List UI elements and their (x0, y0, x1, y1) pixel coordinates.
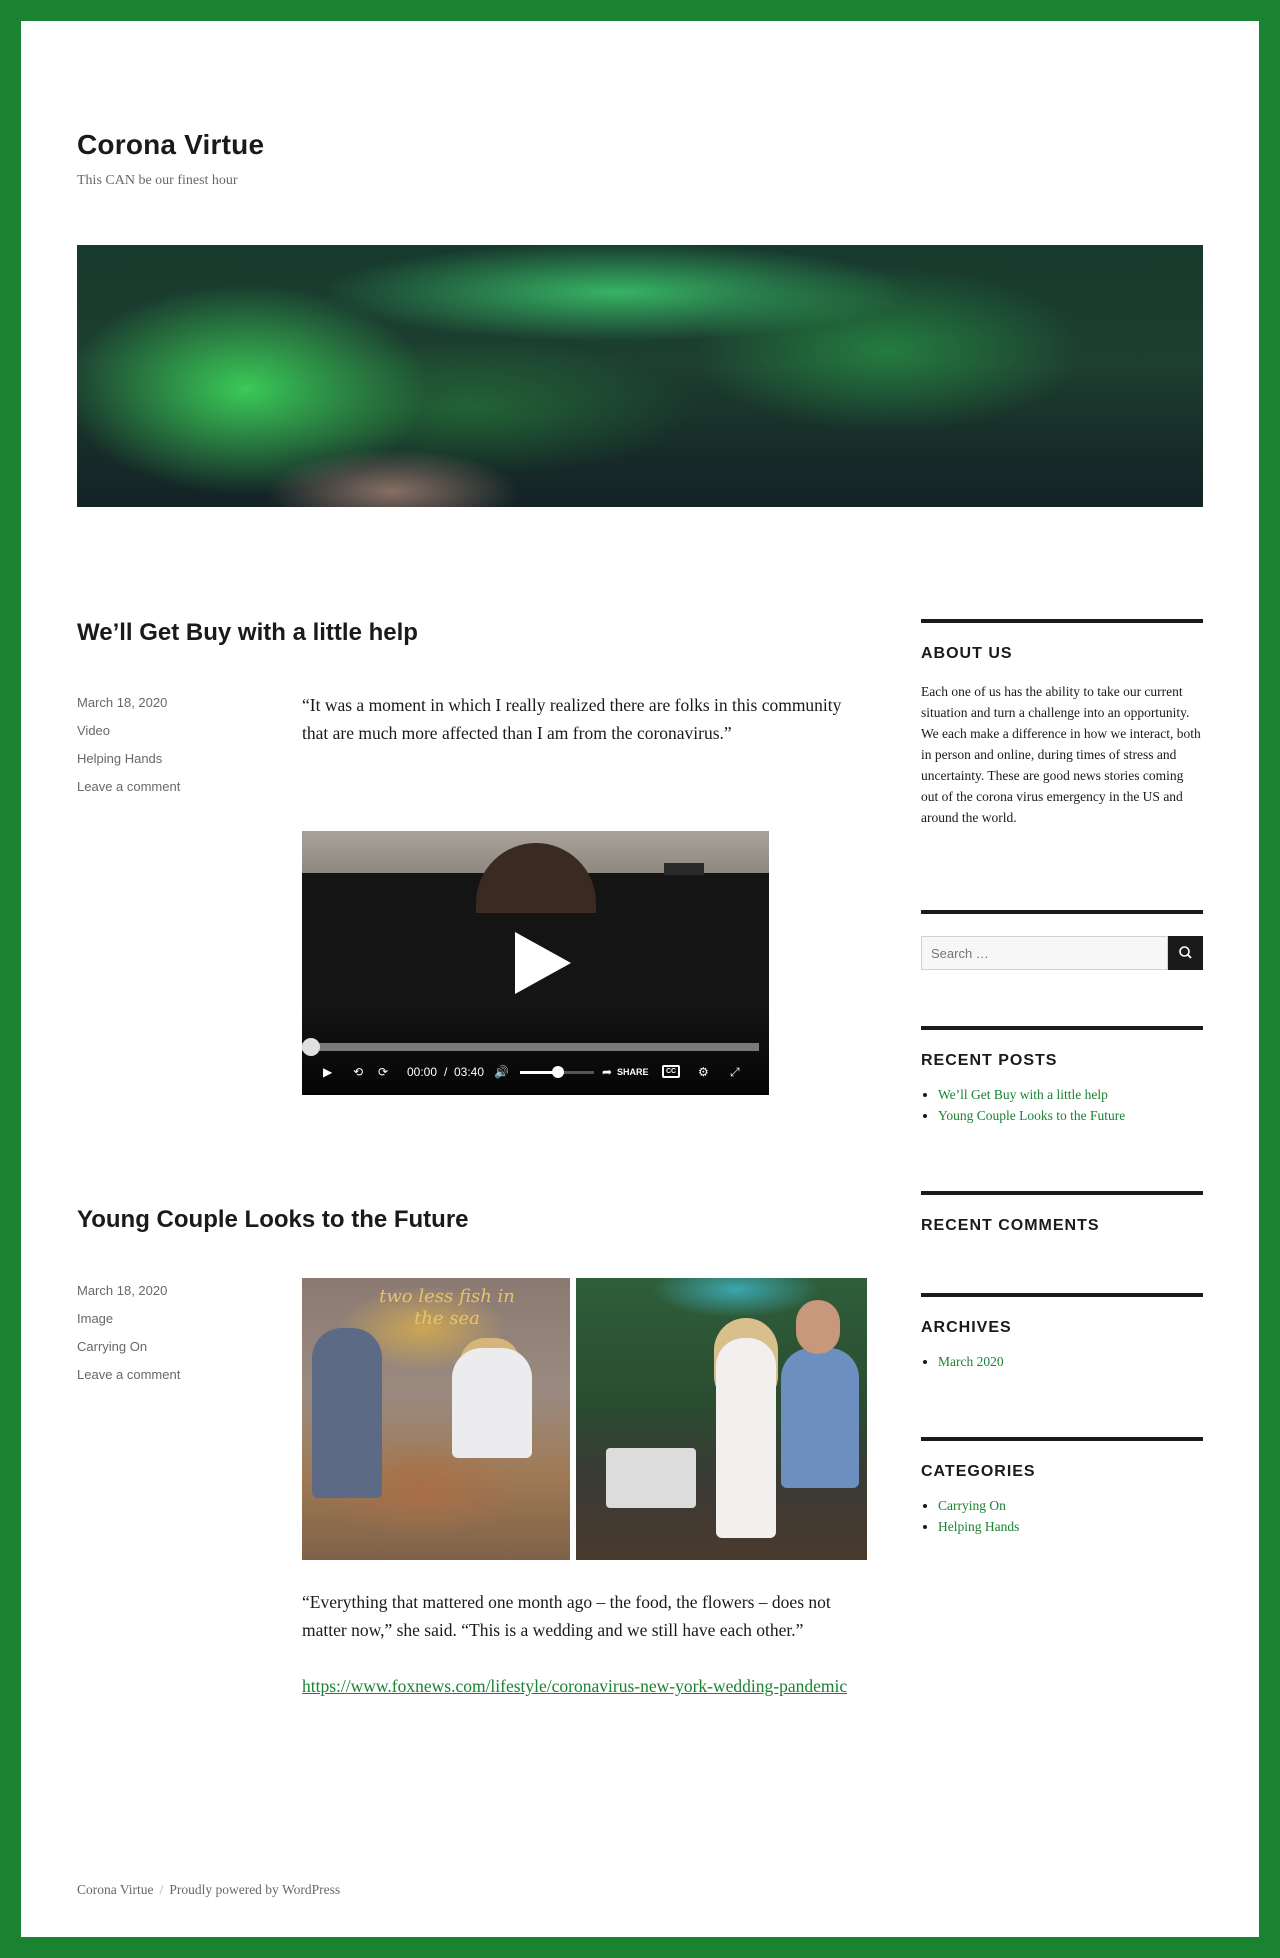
video-time-current: 00:00 (407, 1065, 438, 1079)
post-format[interactable]: Image (77, 1311, 267, 1339)
post-date[interactable]: March 18, 2020 (77, 695, 267, 723)
captions-button[interactable]: CC (662, 1065, 680, 1078)
archive-link[interactable]: March 2020 (938, 1354, 1004, 1369)
widget-search (921, 910, 1203, 980)
post-format[interactable]: Video (77, 723, 267, 751)
video-time-separator: / (444, 1065, 448, 1079)
list-item: Carrying On (938, 1495, 1203, 1516)
widget-heading: RECENT COMMENTS (921, 1217, 1100, 1234)
article-link[interactable]: https://www.foxnews.com/lifestyle/corona… (302, 1676, 847, 1696)
widget-recent-posts: RECENT POSTS We’ll Get Buy with a little… (921, 1026, 1203, 1126)
video-thumbnail (302, 831, 769, 913)
list-item: We’ll Get Buy with a little help (938, 1084, 1203, 1105)
site-description: This CAN be our finest hour (77, 173, 238, 188)
gallery-image-party[interactable]: two less fish in the sea (302, 1278, 570, 1560)
post-meta: March 18, 2020 Image Carrying On Leave a… (77, 1283, 267, 1395)
footer-site-name[interactable]: Corona Virtue (77, 1882, 154, 1897)
play-big-icon[interactable] (515, 932, 571, 994)
post-category[interactable]: Helping Hands (77, 751, 267, 779)
post-date[interactable]: March 18, 2020 (77, 1283, 267, 1311)
widget-heading: ABOUT US (921, 645, 1013, 662)
widget-heading: CATEGORIES (921, 1463, 1036, 1480)
fullscreen-icon[interactable]: ⤢ (730, 1064, 740, 1080)
post-quote: “Everything that mattered one month ago … (302, 1592, 831, 1640)
categories-list: Carrying On Helping Hands (921, 1495, 1203, 1537)
post-content: “Everything that mattered one month ago … (302, 1588, 866, 1700)
post-category[interactable]: Carrying On (77, 1339, 267, 1367)
party-banner-text: two less fish in the sea (379, 1286, 515, 1329)
rewind-icon[interactable]: ⟲ (353, 1064, 363, 1080)
widget-heading: ARCHIVES (921, 1319, 1012, 1336)
site-title[interactable]: Corona Virtue (77, 129, 264, 161)
post-title[interactable]: Young Couple Looks to the Future (77, 1206, 469, 1234)
list-item: Helping Hands (938, 1516, 1203, 1537)
settings-gear-icon[interactable]: ⚙ (698, 1064, 709, 1080)
widget-about: ABOUT US Each one of us has the ability … (921, 619, 1203, 828)
list-item: March 2020 (938, 1351, 1203, 1372)
footer-separator: / (159, 1882, 164, 1897)
post-comments-link[interactable]: Leave a comment (77, 779, 267, 807)
archives-list: March 2020 (921, 1351, 1203, 1372)
widget-categories: CATEGORIES Carrying On Helping Hands (921, 1437, 1203, 1537)
post-content: “It was a moment in which I really reali… (302, 691, 866, 747)
volume-icon[interactable]: 🔊 (494, 1064, 509, 1080)
category-link[interactable]: Carrying On (938, 1498, 1006, 1513)
recent-post-link[interactable]: We’ll Get Buy with a little help (938, 1087, 1108, 1102)
widget-archives: ARCHIVES March 2020 (921, 1293, 1203, 1372)
video-time-total: 03:40 (454, 1065, 485, 1079)
gallery-image-couple[interactable] (576, 1278, 867, 1560)
search-button[interactable] (1168, 936, 1203, 970)
about-text: Each one of us has the ability to take o… (921, 684, 1201, 825)
category-link[interactable]: Helping Hands (938, 1519, 1019, 1534)
post-comments-link[interactable]: Leave a comment (77, 1367, 267, 1395)
list-item: Young Couple Looks to the Future (938, 1105, 1203, 1126)
share-button[interactable]: SHARE (617, 1064, 649, 1080)
footer-powered-by[interactable]: Proudly powered by WordPress (169, 1882, 340, 1897)
video-player[interactable]: ▶ ⟲ ⟳ 00:00 / 03:40 🔊 ➦ SHARE CC ⚙ ⤢ (302, 831, 769, 1095)
post-quote: “It was a moment in which I really reali… (302, 695, 842, 743)
header-image[interactable] (77, 245, 1203, 507)
video-progress-bar[interactable] (302, 1043, 759, 1051)
widget-heading: RECENT POSTS (921, 1052, 1058, 1069)
search-icon (1179, 946, 1192, 959)
recent-post-link[interactable]: Young Couple Looks to the Future (938, 1108, 1125, 1123)
search-input[interactable] (921, 936, 1168, 970)
widget-recent-comments: RECENT COMMENTS (921, 1191, 1203, 1235)
page: Corona Virtue This CAN be our finest hou… (21, 21, 1259, 1937)
post-title[interactable]: We’ll Get Buy with a little help (77, 619, 418, 647)
share-icon[interactable]: ➦ (602, 1064, 612, 1080)
site-footer: Corona Virtue / Proudly powered by WordPre… (77, 1882, 340, 1898)
recent-posts-list: We’ll Get Buy with a little help Young C… (921, 1084, 1203, 1126)
video-progress-handle[interactable] (302, 1038, 320, 1056)
volume-handle[interactable] (552, 1066, 564, 1078)
play-icon[interactable]: ▶ (323, 1064, 332, 1080)
post-meta: March 18, 2020 Video Helping Hands Leave… (77, 695, 267, 807)
forward-icon[interactable]: ⟳ (378, 1064, 388, 1080)
